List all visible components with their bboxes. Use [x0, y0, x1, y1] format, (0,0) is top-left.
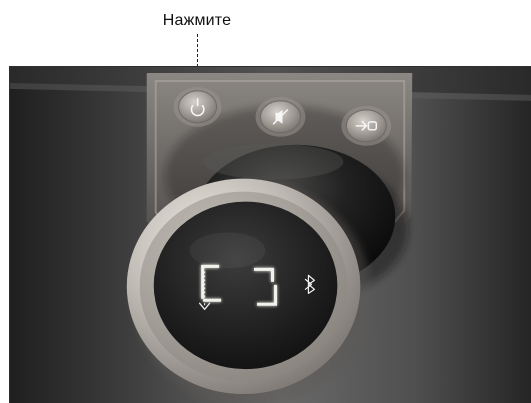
source-button[interactable]	[341, 105, 392, 146]
knob-highlight	[203, 143, 344, 180]
instruction-screenshot: Нажмите	[0, 0, 531, 403]
callout-label: Нажмите	[162, 12, 232, 29]
device-photo	[9, 66, 531, 403]
power-button[interactable]	[173, 86, 222, 127]
display-face-reflection	[189, 232, 266, 269]
device-illustration	[10, 67, 531, 403]
mute-button[interactable]	[255, 96, 306, 137]
